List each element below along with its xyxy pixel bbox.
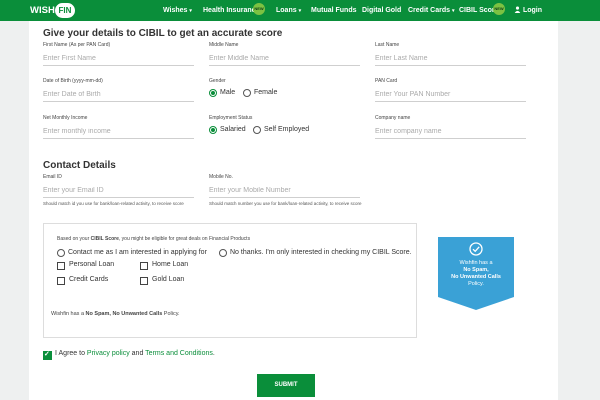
nav-login[interactable]: Login [514, 0, 542, 21]
nav-mutual-funds[interactable]: Mutual Funds [311, 0, 357, 21]
agree-pre: I Agree to [55, 350, 87, 357]
middle-name-label: Middle Name [209, 42, 239, 48]
no-thanks-label: No thanks. I'm only interested in checki… [230, 249, 412, 256]
no-spam-bold: No Spam, No Unwanted Calls [85, 311, 163, 317]
gold-loan-checkbox[interactable] [140, 277, 148, 285]
nav-loans-label: Loans [276, 7, 297, 14]
gold-loan-label: Gold Loan [152, 276, 185, 283]
offers-intro-pre: Based on your [57, 236, 91, 242]
nav-credit-cards-label: Credit Cards [408, 7, 451, 14]
credit-cards-checkbox[interactable] [57, 277, 65, 285]
privacy-policy-link[interactable]: Privacy policy [87, 350, 130, 357]
nav-login-label: Login [522, 7, 543, 14]
check-circle-icon [469, 242, 483, 256]
gender-female-label: Female [254, 89, 278, 96]
no-spam-policy-text: Wishfin has a No Spam, No Unwanted Calls… [51, 311, 180, 317]
nav-wishes-label: Wishes [163, 7, 188, 14]
no-thanks-radio[interactable] [219, 249, 227, 257]
contact-me-label: Contact me as I am interested in applyin… [68, 249, 207, 256]
nav-digital-gold[interactable]: Digital Gold [362, 0, 401, 21]
personal-loan-label: Personal Loan [69, 261, 115, 268]
email-label: Email ID [43, 174, 62, 180]
company-label: Company name [375, 115, 411, 121]
badge-line2: No Spam, [463, 267, 489, 273]
last-name-label: Last Name [375, 42, 400, 48]
home-loan-checkbox[interactable] [140, 262, 148, 270]
nav-health-insurance[interactable]: Health Insurance [203, 0, 259, 21]
nav-health-insurance-label: Health Insurance [203, 7, 260, 14]
pan-label: PAN Card [375, 78, 398, 84]
chevron-down-icon: ▾ [189, 8, 192, 14]
agree-mid: and [129, 350, 146, 357]
employment-salaried-label: Salaried [220, 126, 246, 133]
top-navbar: WISH FIN Wishes ▾ Health Insurance NEW L… [0, 0, 600, 21]
first-name-label: First Name (As per PAN Card) [43, 42, 111, 48]
offers-intro-bold: CIBIL Score [90, 236, 119, 242]
offers-intro-post: , you might be eligible for great deals … [118, 236, 251, 242]
email-hint: Should match id you use for bank/loan-re… [43, 201, 184, 206]
no-spam-pre: Wishfin has a [51, 311, 86, 317]
dob-input[interactable] [43, 87, 194, 102]
badge-line4: Policy. [468, 281, 484, 287]
chevron-down-icon: ▾ [451, 8, 455, 14]
employment-self-employed-label: Self Employed [264, 126, 310, 133]
home-loan-label: Home Loan [152, 261, 189, 268]
offers-intro: Based on your CIBIL Score, you might be … [57, 236, 250, 242]
form-card: Give your details to CIBIL to get an acc… [29, 21, 558, 400]
no-spam-post: Policy. [162, 311, 180, 317]
middle-name-input[interactable] [209, 51, 360, 66]
gender-label: Gender [209, 78, 226, 84]
user-icon [514, 6, 521, 13]
last-name-input[interactable] [375, 51, 526, 66]
nav-mutual-funds-label: Mutual Funds [311, 7, 357, 14]
agree-text: I Agree to Privacy policy and Terms and … [55, 350, 215, 357]
nav-wishes[interactable]: Wishes ▾ [163, 0, 192, 21]
email-input[interactable] [43, 183, 194, 198]
contact-me-radio[interactable] [57, 249, 65, 257]
agree-end: . [212, 350, 215, 357]
submit-button[interactable]: SUBMIT [257, 374, 315, 397]
pan-input[interactable] [375, 87, 526, 102]
badge-line1: Wishfin has a [459, 260, 493, 266]
nav-loans[interactable]: Loans ▾ [276, 0, 301, 21]
terms-link[interactable]: Terms and Conditions [145, 350, 213, 357]
employment-label: Employment Status [209, 115, 253, 121]
company-input[interactable] [375, 124, 526, 139]
gender-female-radio[interactable] [243, 89, 251, 97]
mobile-input[interactable] [209, 183, 360, 198]
agree-checkbox[interactable] [43, 350, 52, 360]
nav-digital-gold-label: Digital Gold [362, 7, 402, 14]
logo-fin-text: FIN [55, 3, 75, 18]
credit-cards-label: Credit Cards [69, 276, 109, 283]
no-spam-badge: Wishfin has a No Spam, No Unwanted Calls… [438, 237, 514, 310]
gender-male-radio[interactable] [209, 89, 217, 97]
contact-heading: Contact Details [43, 160, 116, 171]
mobile-hint: Should match number you use for bank/loa… [209, 201, 362, 206]
mobile-label: Mobile No. [209, 174, 233, 180]
gender-male-label: Male [220, 89, 236, 96]
personal-loan-checkbox[interactable] [57, 262, 65, 270]
employment-self-employed-radio[interactable] [253, 126, 261, 134]
badge-text: Wishfin has a No Spam, No Unwanted Calls… [438, 260, 514, 288]
badge-line3: No Unwanted Calls [451, 274, 501, 280]
new-badge-icon: NEW [493, 3, 505, 15]
offers-panel: Based on your CIBIL Score, you might be … [43, 223, 417, 338]
nav-credit-cards[interactable]: Credit Cards ▾ [408, 0, 454, 21]
logo-wish-text: WISH [30, 5, 55, 16]
first-name-input[interactable] [43, 51, 194, 66]
income-label: Net Monthly Income [43, 115, 88, 121]
income-input[interactable] [43, 124, 194, 139]
new-badge-icon: NEW [253, 3, 265, 15]
chevron-down-icon: ▾ [298, 8, 302, 14]
employment-salaried-radio[interactable] [209, 126, 217, 134]
form-heading: Give your details to CIBIL to get an acc… [43, 28, 283, 39]
dob-label: Date of Birth (yyyy-mm-dd) [43, 78, 103, 84]
